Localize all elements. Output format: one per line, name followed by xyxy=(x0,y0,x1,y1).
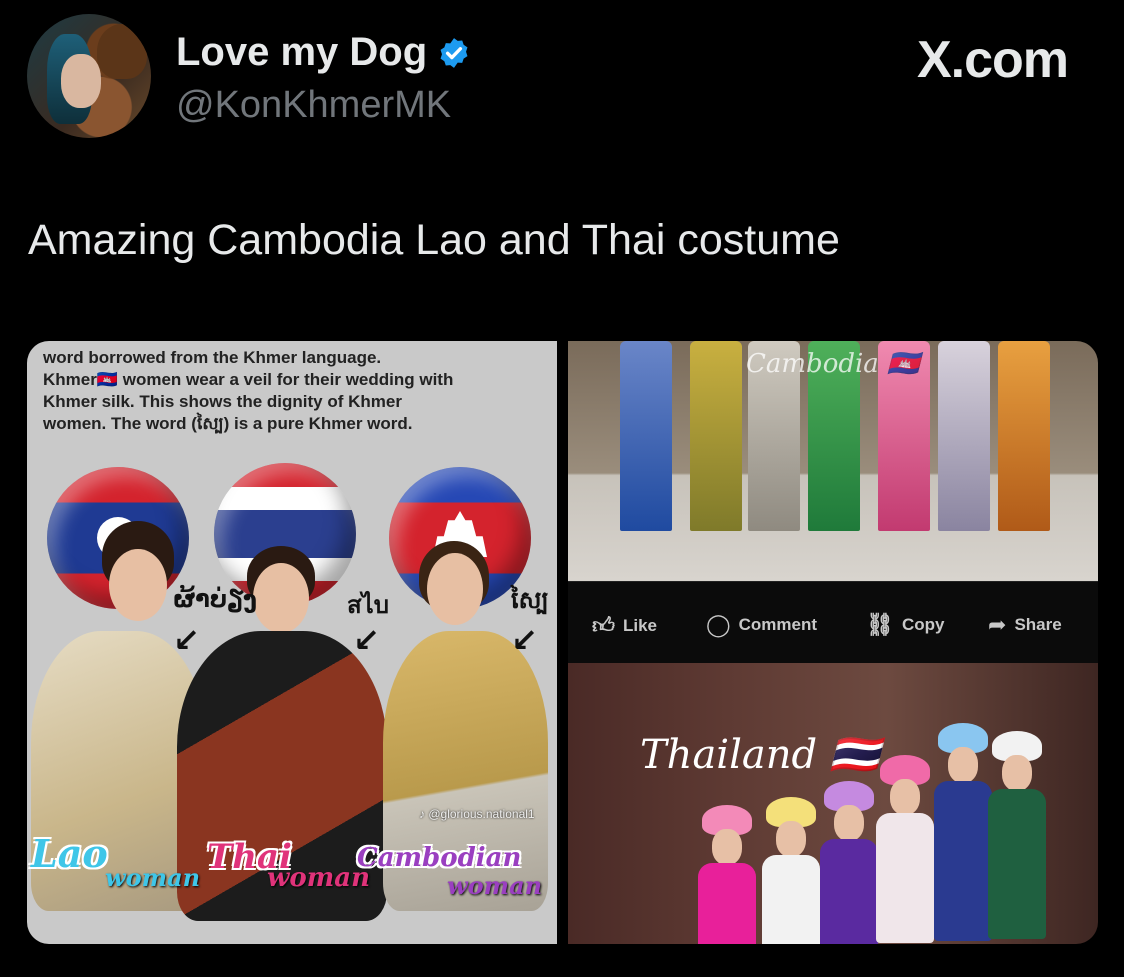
link-icon: ⛓ xyxy=(866,612,894,637)
khmer-arrow-icon: ↙ xyxy=(511,622,538,658)
avatar-dog xyxy=(97,24,147,79)
thai-woman-face xyxy=(253,563,309,633)
dress-olive xyxy=(690,341,742,531)
lao-woman-face xyxy=(109,549,167,621)
caption-line: word borrowed from the Khmer language. xyxy=(43,348,382,367)
costume-comparison-image[interactable]: word borrowed from the Khmer language. K… xyxy=(27,341,557,944)
cambodia-costumes-photo[interactable]: Cambodia 🇰🇭 xyxy=(568,341,1098,581)
thai-woman-label: woman xyxy=(267,863,370,893)
cambodian-woman-label: woman xyxy=(447,871,543,900)
comment-label: Comment xyxy=(738,615,818,634)
like-button[interactable]: 👍︎ Like xyxy=(592,612,657,639)
caption-line: women. The word (ស្បៃ) is a pure Khmer w… xyxy=(43,414,413,433)
x-brand-logo: X.com xyxy=(916,31,1069,89)
cambodia-label: Cambodia 🇰🇭 xyxy=(746,349,920,379)
cambodian-woman-face xyxy=(427,553,483,625)
profile-avatar[interactable] xyxy=(27,14,151,138)
cambodian-label: Cambodian xyxy=(357,843,522,873)
author-handle[interactable]: @KonKhmerMK xyxy=(176,84,451,127)
thailand-label: Thailand 🇹🇭 xyxy=(640,732,880,778)
thai-script-label: สไบ xyxy=(347,591,389,619)
share-button[interactable]: ➦ Share xyxy=(988,612,1062,638)
like-label: Like xyxy=(623,615,658,635)
share-label: Share xyxy=(1014,615,1062,634)
copy-label: Copy xyxy=(901,615,945,634)
verified-badge-icon xyxy=(440,37,468,68)
post-media[interactable]: word borrowed from the Khmer language. K… xyxy=(27,341,1098,944)
copy-button[interactable]: ⛓ Copy xyxy=(866,612,944,638)
display-name[interactable]: Love my Dog xyxy=(176,30,427,75)
thumbs-up-icon: 👍︎ xyxy=(592,613,615,638)
post-text: Amazing Cambodia Lao and Thai costume xyxy=(28,216,840,264)
share-arrow-icon: ➦ xyxy=(988,612,1007,637)
thailand-costumes-photo[interactable]: Thailand 🇹🇭 xyxy=(568,663,1098,944)
dress-silver xyxy=(938,341,990,531)
khmer-script-label: ស្បៃ xyxy=(511,586,549,614)
avatar-face xyxy=(61,54,101,108)
comment-icon: ◯ xyxy=(706,612,731,637)
dress-blue xyxy=(620,341,672,531)
image-caption: word borrowed from the Khmer language. K… xyxy=(43,347,543,435)
lao-script-label: ຜ້າບ່ຽງ xyxy=(173,585,257,613)
lao-woman-label: woman xyxy=(105,863,201,892)
dress-orange xyxy=(998,341,1050,531)
lao-arrow-icon: ↙ xyxy=(173,622,200,658)
lao-label: Lao xyxy=(31,831,108,876)
facebook-action-bar: 👍︎ Like ◯ Comment ⛓ Copy ➦ Share xyxy=(568,581,1098,664)
thai-arrow-icon: ↙ xyxy=(353,622,380,658)
author-name-row[interactable]: Love my Dog xyxy=(176,30,471,75)
caption-line: Khmer silk. This shows the dignity of Kh… xyxy=(43,392,402,411)
caption-line: Khmer🇰🇭 women wear a veil for their wedd… xyxy=(43,370,454,389)
tiktok-watermark: ♪ @glorious.national1 xyxy=(419,807,535,821)
comment-button[interactable]: ◯ Comment xyxy=(706,612,817,638)
